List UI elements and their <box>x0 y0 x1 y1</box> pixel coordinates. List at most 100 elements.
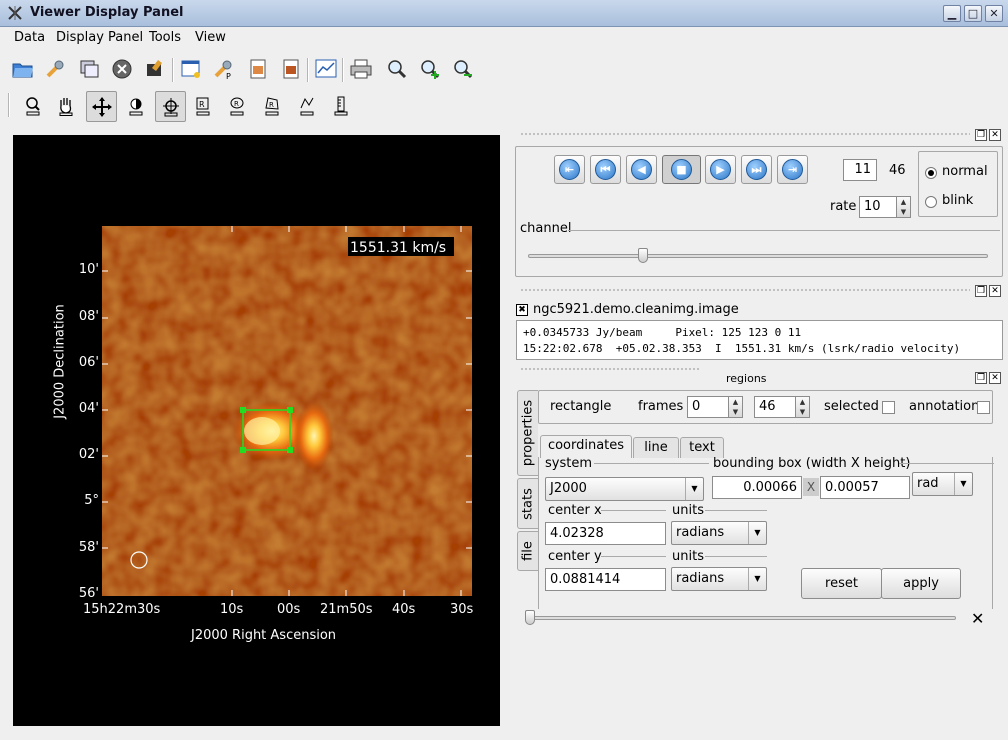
zoom-out-icon[interactable] <box>449 55 477 83</box>
crosshair-tool-icon[interactable] <box>155 91 186 122</box>
xtick: 21m50s <box>320 602 373 617</box>
ytick: 02' <box>78 447 99 462</box>
center-y-field[interactable]: 0.0881414 <box>545 568 666 591</box>
blink-label: blink <box>942 193 974 208</box>
contrast-tool-icon[interactable] <box>122 92 150 120</box>
ytick: 08' <box>78 309 99 324</box>
bbox-height-field[interactable]: 0.00057 <box>820 476 910 499</box>
float-icon[interactable]: ❐ <box>975 129 987 141</box>
cursor-readout: +0.0345733 Jy/beam Pixel: 125 123 0 11 1… <box>516 320 1003 360</box>
maximize-button[interactable]: □ <box>964 5 982 22</box>
float-icon[interactable]: ❐ <box>975 285 987 297</box>
minimize-button[interactable]: ▁ <box>943 5 961 22</box>
system-select[interactable]: J2000 ▼ <box>545 477 704 501</box>
region-slider-thumb[interactable] <box>525 610 535 625</box>
close-dock-icon[interactable]: ✕ <box>989 372 1001 384</box>
close-window-button[interactable]: ✕ <box>985 5 1003 22</box>
export-icon[interactable] <box>277 55 305 83</box>
units-x-select[interactable]: radians ▼ <box>671 521 767 545</box>
channel-slider-thumb[interactable] <box>638 248 648 263</box>
selected-label: selected <box>824 399 879 414</box>
close-dock-icon[interactable]: ✕ <box>989 285 1001 297</box>
move-tool-icon[interactable] <box>86 91 117 122</box>
units-y-select[interactable]: radians ▼ <box>671 567 767 591</box>
polyline-icon[interactable] <box>293 92 321 120</box>
close-dock-icon[interactable]: ✕ <box>989 129 1001 141</box>
xtick: 10s <box>220 602 244 617</box>
pan-tool-icon[interactable] <box>52 92 80 120</box>
center-x-field[interactable]: 4.02328 <box>545 522 666 545</box>
ytick: 56' <box>78 586 99 601</box>
svg-text:P: P <box>226 72 231 80</box>
bbox-units-select[interactable]: rad ▼ <box>912 472 973 496</box>
units-y-label: units <box>672 549 704 564</box>
tab-text[interactable]: text <box>680 437 724 458</box>
bbox-width-field[interactable]: 0.00066 <box>712 476 802 499</box>
selected-checkbox[interactable] <box>882 401 895 414</box>
radio-normal[interactable] <box>925 167 937 179</box>
frame-to-field[interactable]: 46 <box>754 396 796 418</box>
new-panel-icon[interactable] <box>75 55 103 83</box>
rewind-button[interactable]: ⇤ <box>554 155 585 184</box>
radio-blink[interactable] <box>925 196 937 208</box>
ellipse-region-icon[interactable]: R <box>223 92 251 120</box>
reset-button[interactable]: reset <box>801 568 882 599</box>
zoom-fit-icon[interactable] <box>383 55 411 83</box>
open-folder-icon[interactable] <box>9 55 37 83</box>
menu-display-panel[interactable]: Display Panel <box>56 30 143 45</box>
zoom-tool-icon[interactable] <box>19 92 47 120</box>
unload-icon[interactable] <box>141 55 169 83</box>
channel-slider[interactable] <box>528 254 988 258</box>
close-icon[interactable] <box>108 55 136 83</box>
rate-field[interactable]: 10 <box>859 196 897 218</box>
fast-forward-button[interactable]: ⇥ <box>777 155 808 184</box>
tab-properties[interactable]: properties <box>517 390 538 476</box>
menu-tools[interactable]: Tools <box>149 30 181 45</box>
animator-panel: ⇤ ⏮ ◀ ■ ▶ ⏭ ⇥ 11 46 rate 10 ▲ ▼ normal bl… <box>515 146 1003 277</box>
ytick: 04' <box>78 401 99 416</box>
stop-button[interactable]: ■ <box>662 155 701 184</box>
tab-line[interactable]: line <box>633 437 679 458</box>
region-slider[interactable] <box>528 616 956 620</box>
rectangle-region-icon[interactable]: R <box>189 92 217 120</box>
right-ascension-label: J2000 Right Ascension <box>191 628 337 643</box>
frame-field[interactable]: 11 <box>843 159 877 181</box>
menu-data[interactable]: Data <box>14 30 45 45</box>
delete-region-icon[interactable]: ✕ <box>971 609 984 628</box>
radio-image[interactable]: 1551.31 km/s <box>102 226 472 596</box>
float-icon[interactable]: ❐ <box>975 372 987 384</box>
velocity-label: 1551.31 km/s <box>350 240 446 256</box>
main-toolbar: P <box>0 52 1008 86</box>
play-backward-button[interactable]: ◀ <box>626 155 657 184</box>
panel-options-icon[interactable] <box>177 55 205 83</box>
frame-from-field[interactable]: 0 <box>687 396 729 418</box>
annotation-checkbox[interactable] <box>977 401 990 414</box>
print-prefs-icon[interactable]: P <box>209 55 237 83</box>
rate-spinner[interactable]: ▲ ▼ <box>896 196 911 218</box>
zoom-in-icon[interactable] <box>416 55 444 83</box>
title-bar: Viewer Display Panel ▁ □ ✕ <box>0 0 1008 27</box>
total-frames: 46 <box>889 163 906 178</box>
to-start-button[interactable]: ⏮ <box>590 155 621 184</box>
ytick: 10' <box>78 262 99 277</box>
printer-icon[interactable] <box>347 55 375 83</box>
graph-icon[interactable] <box>312 55 340 83</box>
to-end-button[interactable]: ⏭ <box>741 155 772 184</box>
bbox-x-label: X <box>803 478 819 496</box>
save-image-icon[interactable] <box>244 55 272 83</box>
play-forward-button[interactable]: ▶ <box>705 155 736 184</box>
tab-coordinates[interactable]: coordinates <box>540 435 632 458</box>
frame-from-spinner[interactable]: ▲ ▼ <box>728 396 743 418</box>
tab-stats[interactable]: stats <box>517 478 538 529</box>
image-checkbox[interactable]: ✖ <box>516 304 528 316</box>
center-x-label: center x <box>548 503 602 518</box>
wrench-icon[interactable] <box>41 55 69 83</box>
polygon-region-icon[interactable]: R <box>258 92 286 120</box>
ruler-icon[interactable] <box>327 92 355 120</box>
frame-to-spinner[interactable]: ▲ ▼ <box>795 396 810 418</box>
menu-view[interactable]: View <box>195 30 226 45</box>
image-display-canvas[interactable]: 1551.31 km/s J2000 Declination 10' 08' 0… <box>13 135 500 726</box>
apply-button[interactable]: apply <box>881 568 961 599</box>
xtick: 00s <box>277 602 301 617</box>
tab-file[interactable]: file <box>517 531 538 571</box>
